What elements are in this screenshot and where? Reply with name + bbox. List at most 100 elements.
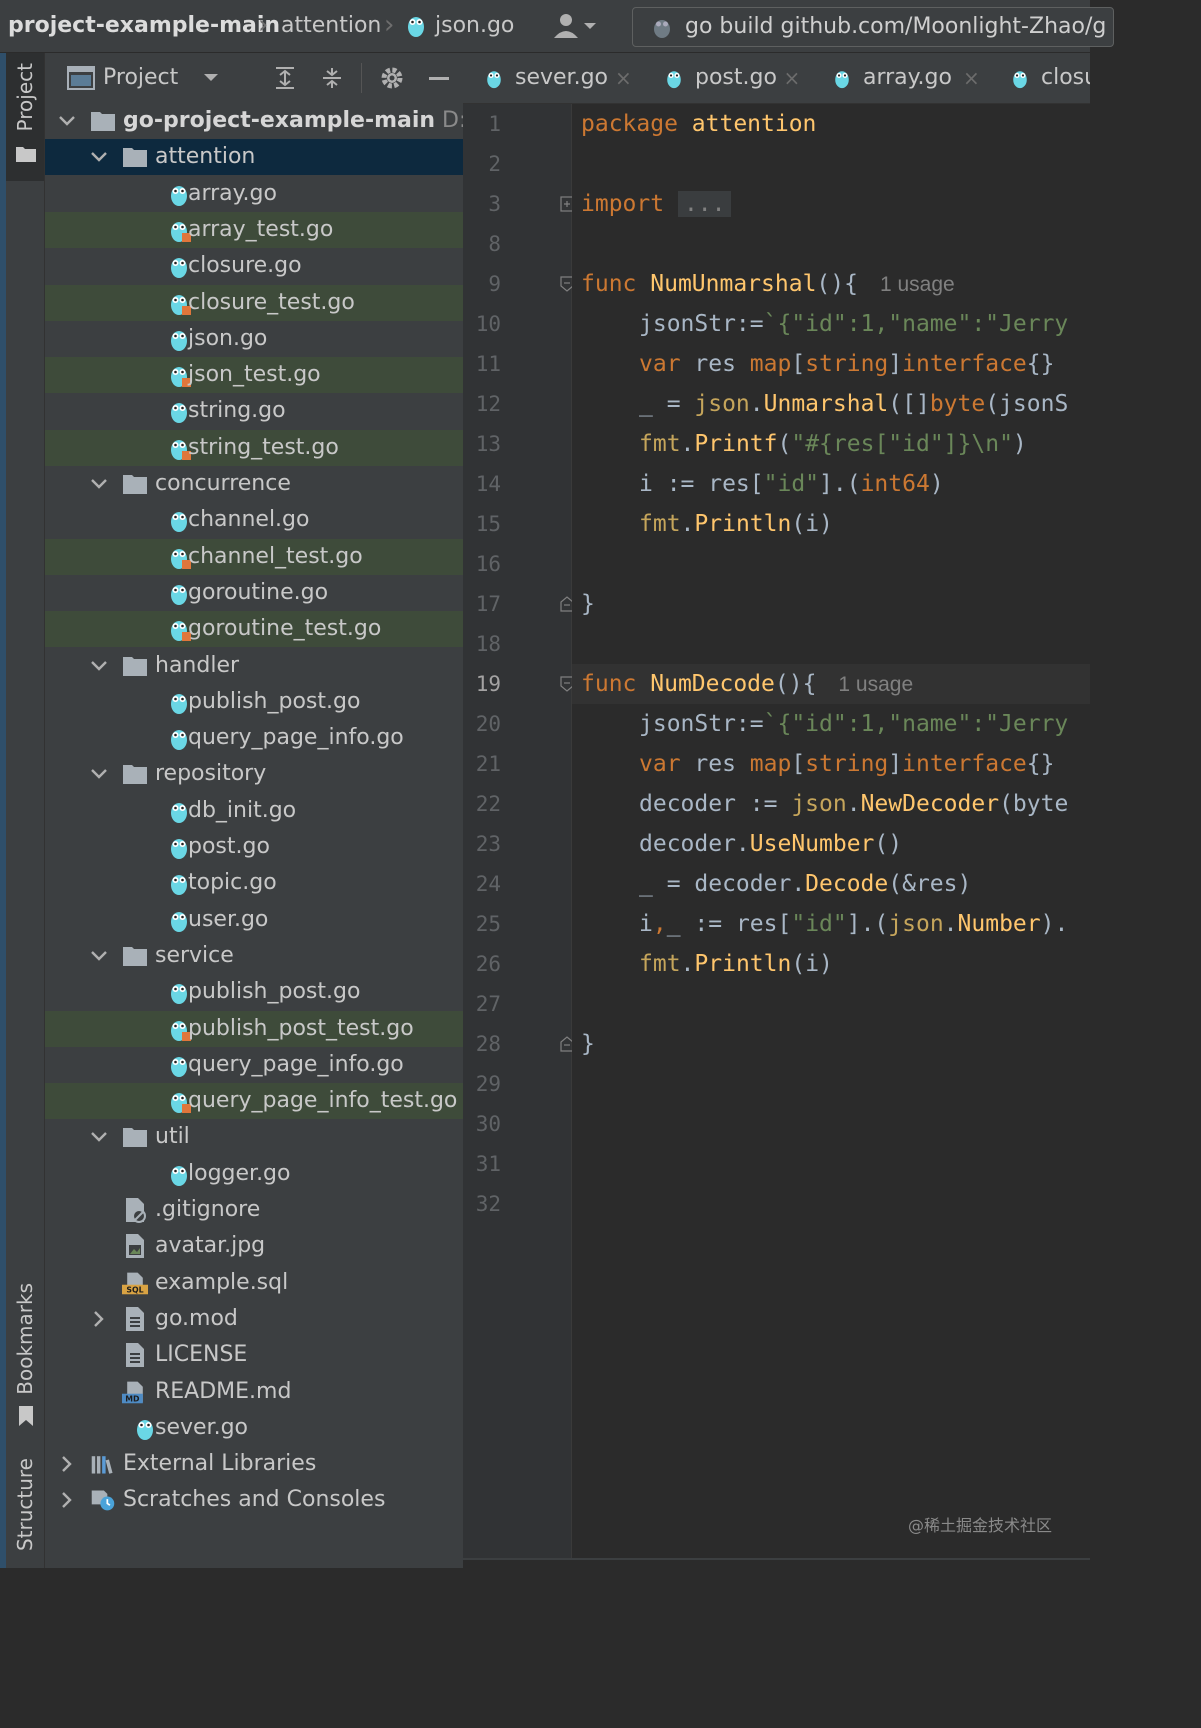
chevron-down-icon[interactable]: [87, 1125, 111, 1149]
tree-file-row[interactable]: logger.go: [45, 1156, 463, 1192]
tree-item-label: channel.go: [188, 507, 310, 533]
tree-file-row[interactable]: post.go: [45, 829, 463, 865]
line-number: 17: [475, 592, 501, 616]
tree-file-row[interactable]: Scratches and Consoles: [45, 1482, 463, 1518]
tree-file-row[interactable]: LICENSE: [45, 1337, 463, 1373]
tree-file-row[interactable]: .gitignore: [45, 1192, 463, 1228]
line-number: 18: [475, 632, 501, 656]
breadcrumb-folder[interactable]: attention: [281, 0, 381, 52]
tree-folder-row[interactable]: attention: [45, 139, 463, 176]
usage-inlay-hint[interactable]: 1 usage: [838, 673, 913, 696]
editor-tab[interactable]: array.go ×: [831, 53, 1001, 103]
minimize-icon[interactable]: [427, 65, 451, 91]
structure-tool-button[interactable]: Structure: [6, 1458, 44, 1568]
chevron-down-icon[interactable]: [87, 762, 111, 786]
tree-file-row[interactable]: publish_post_test.go: [45, 1010, 463, 1047]
code-token: }: [581, 1031, 595, 1057]
code-token: {}: [1026, 751, 1055, 777]
tree-file-row[interactable]: query_page_info.go: [45, 1047, 463, 1083]
tree-file-row[interactable]: closure.go: [45, 248, 463, 284]
user-account-icon[interactable]: [552, 10, 598, 42]
text-file-icon: [126, 1306, 144, 1331]
tree-file-row[interactable]: publish_post.go: [45, 684, 463, 720]
chevron-right-icon[interactable]: [87, 1307, 111, 1331]
ignore-file-icon: [126, 1198, 146, 1223]
code-token: _ =: [639, 391, 695, 417]
tree-item-label: post.go: [188, 834, 270, 859]
tree-file-row[interactable]: publish_post.go: [45, 974, 463, 1010]
sql-file-icon: SQL: [122, 1272, 148, 1294]
tree-file-row[interactable]: user.go: [45, 902, 463, 938]
tree-file-row[interactable]: goroutine_test.go: [45, 611, 463, 648]
run-configuration-selector[interactable]: go build github.com/Moonlight-Zhao/g: [632, 7, 1114, 47]
chevron-right-icon[interactable]: [55, 1452, 79, 1476]
tree-folder-row[interactable]: util: [45, 1119, 463, 1155]
project-view-title[interactable]: Project: [103, 53, 178, 103]
chevron-down-icon[interactable]: [203, 73, 219, 83]
tree-item-label: query_page_info.go: [188, 725, 404, 751]
left-tool-window-bar: Project Bookmarks Structure: [0, 53, 45, 1568]
tree-file-row[interactable]: go.mod: [45, 1301, 463, 1337]
folder-icon: [123, 946, 147, 966]
chevron-down-icon[interactable]: [87, 944, 111, 968]
tree-folder-row[interactable]: go-project-example-main D:\m: [45, 103, 463, 139]
tree-file-row[interactable]: MD README.md: [45, 1374, 463, 1410]
gear-icon[interactable]: [379, 65, 405, 91]
line-number: 13: [475, 432, 501, 456]
code-token: (&res): [888, 871, 972, 897]
tree-file-row[interactable]: goroutine.go: [45, 575, 463, 611]
chevron-down-icon[interactable]: [55, 109, 79, 133]
code-token: _ := res[: [666, 911, 792, 937]
code-token[interactable]: ...: [677, 191, 732, 217]
tree-file-row[interactable]: avatar.jpg: [45, 1228, 463, 1264]
chevron-down-icon[interactable]: [87, 654, 111, 678]
tree-file-row[interactable]: sever.go: [45, 1410, 463, 1446]
editor-tab[interactable]: closu: [1009, 53, 1090, 103]
code-token: [: [791, 351, 806, 377]
chevron-down-icon[interactable]: [87, 472, 111, 496]
tree-file-row[interactable]: query_page_info_test.go: [45, 1083, 463, 1120]
library-icon: [91, 1456, 113, 1474]
tree-file-row[interactable]: string.go: [45, 393, 463, 429]
code-token: fmt: [639, 951, 681, 977]
code-token: ): [1012, 431, 1027, 457]
chevron-right-icon[interactable]: [55, 1488, 79, 1512]
breadcrumb-file[interactable]: json.go: [435, 0, 514, 52]
bookmarks-tool-button[interactable]: Bookmarks: [6, 1283, 44, 1433]
tree-file-row[interactable]: SQL example.sql: [45, 1265, 463, 1301]
tree-folder-row[interactable]: service: [45, 938, 463, 974]
tree-item-label: topic.go: [188, 870, 277, 896]
close-tab-icon[interactable]: ×: [963, 53, 980, 103]
chevron-down-icon[interactable]: [87, 145, 111, 169]
tree-file-row[interactable]: channel.go: [45, 502, 463, 538]
tree-item-label: logger.go: [188, 1160, 291, 1186]
close-tab-icon[interactable]: ×: [615, 53, 632, 103]
line-number: 22: [475, 792, 501, 816]
tree-file-row[interactable]: query_page_info.go: [45, 720, 463, 756]
tree-file-row[interactable]: json_test.go: [45, 357, 463, 394]
editor-tab[interactable]: sever.go ×: [483, 53, 653, 103]
breadcrumb-project[interactable]: project-example-main: [8, 0, 280, 52]
editor-tab[interactable]: post.go ×: [663, 53, 833, 103]
code-token: func: [581, 271, 651, 297]
tree-file-row[interactable]: channel_test.go: [45, 538, 463, 575]
project-tool-button[interactable]: Project: [6, 53, 44, 181]
usage-inlay-hint[interactable]: 1 usage: [880, 273, 955, 296]
code-line: decoder.UseNumber(): [639, 824, 902, 864]
code-editor[interactable]: package attention import ... func NumUnmar…: [572, 104, 1090, 1560]
tree-file-row[interactable]: db_init.go: [45, 793, 463, 829]
code-token: jsonStr:=: [639, 311, 764, 337]
close-tab-icon[interactable]: ×: [784, 53, 801, 103]
tree-file-row[interactable]: json.go: [45, 321, 463, 357]
tree-file-row[interactable]: string_test.go: [45, 429, 463, 466]
tree-file-row[interactable]: array.go: [45, 176, 463, 212]
tree-folder-row[interactable]: repository: [45, 756, 463, 792]
tree-folder-row[interactable]: handler: [45, 648, 463, 684]
collapse-all-icon[interactable]: [320, 66, 344, 90]
tree-file-row[interactable]: topic.go: [45, 865, 463, 901]
tree-file-row[interactable]: array_test.go: [45, 211, 463, 248]
tree-file-row[interactable]: closure_test.go: [45, 284, 463, 321]
tree-folder-row[interactable]: concurrence: [45, 466, 463, 502]
tree-file-row[interactable]: External Libraries: [45, 1446, 463, 1482]
expand-all-icon[interactable]: [273, 66, 297, 90]
